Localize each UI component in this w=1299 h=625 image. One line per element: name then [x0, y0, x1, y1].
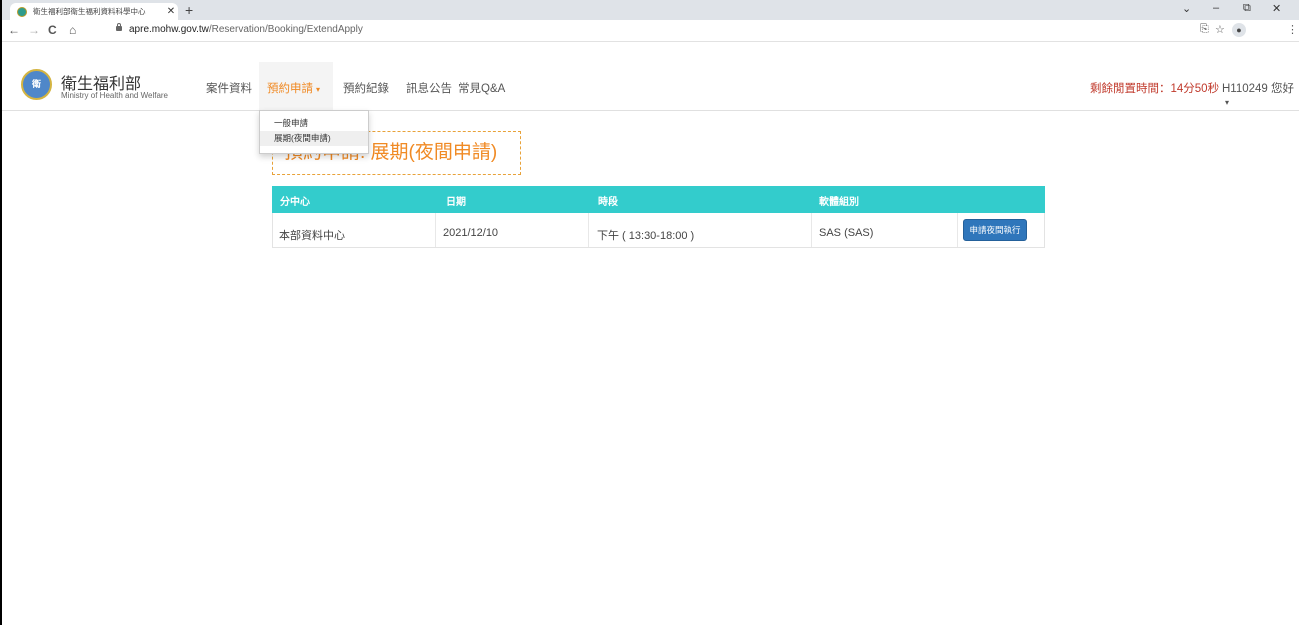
browser-toolbar: ← → C ⌂ apre.mohw.gov.tw/Reservation/Boo…: [2, 20, 1299, 42]
url-domain: apre.mohw.gov.tw: [129, 24, 209, 35]
profile-avatar-icon[interactable]: ●: [1232, 23, 1246, 37]
cell-period: 下午 ( 13:30-18:00 ): [597, 230, 695, 242]
nav-item-label: 預約申請: [267, 83, 313, 95]
column-divider: [435, 213, 436, 247]
brand-subtitle: Ministry of Health and Welfare: [61, 91, 169, 100]
menu-item-general-apply[interactable]: 一般申請: [260, 116, 368, 131]
browser-tab[interactable]: 衛生福利部衛生福利資料科學中心 ✕: [10, 3, 178, 20]
table-header: [272, 186, 1045, 213]
site-favicon-icon: [17, 6, 27, 17]
caret-down-icon: ▾: [316, 85, 321, 94]
nav-item-faq[interactable]: 常見Q&A: [458, 80, 505, 96]
tab-close-icon[interactable]: ✕: [164, 6, 178, 17]
cell-date: 2021/12/10: [443, 227, 499, 239]
lock-icon[interactable]: [116, 23, 122, 31]
session-timer: 剩餘閒置時間：14分50秒: [1090, 83, 1220, 95]
reload-button[interactable]: C: [48, 23, 57, 37]
address-bar[interactable]: apre.mohw.gov.tw/Reservation/Booking/Ext…: [129, 24, 363, 35]
apply-night-execution-button[interactable]: 申請夜間執行: [963, 219, 1027, 241]
column-divider: [957, 213, 958, 247]
column-header-center: 分中心: [280, 197, 310, 208]
column-header-date: 日期: [446, 197, 466, 208]
cell-center: 本部資料中心: [279, 230, 345, 242]
close-window-button[interactable]: ✕: [1272, 2, 1281, 15]
caret-down-icon: ▾: [1225, 98, 1230, 107]
share-icon[interactable]: ⎘: [1200, 23, 1209, 36]
user-greeting: H110249 您好: [1222, 83, 1295, 95]
column-divider: [811, 213, 812, 247]
back-button[interactable]: ←: [8, 23, 20, 37]
url-path: /Reservation/Booking/ExtendApply: [208, 24, 363, 35]
nav-item-reservation-apply[interactable]: 預約申請 ▾: [267, 80, 320, 96]
nav-item-reservation-records[interactable]: 預約紀錄: [343, 80, 389, 96]
new-tab-button[interactable]: +: [185, 2, 193, 18]
column-divider: [588, 213, 589, 247]
nav-item-cases[interactable]: 案件資料: [206, 80, 252, 96]
column-header-period: 時段: [598, 197, 618, 208]
browser-tab-strip: 衛生福利部衛生福利資料科學中心 ✕ + ⌄ – ⧉ ✕: [2, 0, 1299, 20]
cell-software: SAS (SAS): [819, 227, 874, 239]
browser-tab-title: 衛生福利部衛生福利資料科學中心: [33, 7, 146, 16]
home-button[interactable]: ⌂: [69, 23, 76, 37]
column-header-software: 軟體組別: [819, 197, 859, 208]
menu-item-extend-night-apply[interactable]: 展期(夜間申請): [260, 131, 368, 146]
minimize-button[interactable]: –: [1213, 2, 1219, 14]
forward-button[interactable]: →: [28, 23, 40, 37]
bookmark-star-icon[interactable]: ☆: [1215, 23, 1225, 36]
tab-search-icon[interactable]: ⌄: [1182, 2, 1191, 15]
ministry-logo-icon[interactable]: 衛: [21, 69, 52, 100]
restore-button[interactable]: ⧉: [1243, 2, 1251, 15]
browser-menu-icon[interactable]: ⋮: [1287, 23, 1298, 36]
reservation-dropdown-menu: 一般申請 展期(夜間申請): [259, 110, 369, 154]
user-menu[interactable]: H110249 您好 ▾: [1222, 80, 1299, 108]
nav-item-announcements[interactable]: 訊息公告: [406, 80, 452, 96]
